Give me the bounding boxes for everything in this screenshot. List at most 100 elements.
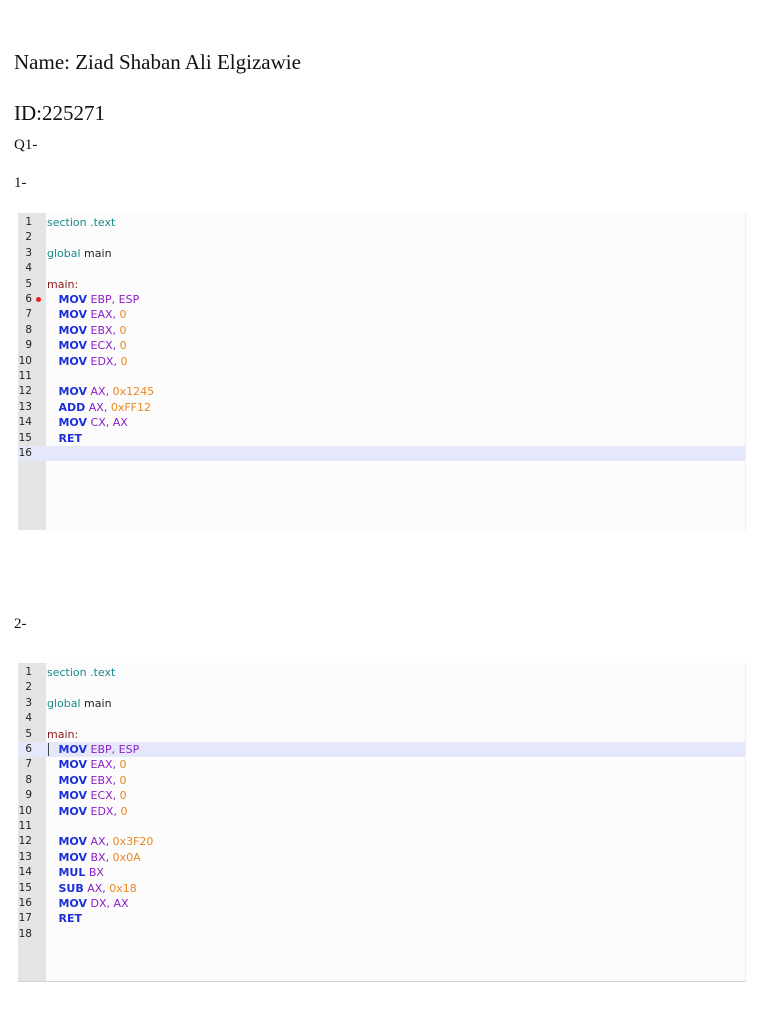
code-token: section .text [47, 216, 116, 229]
code-token: main [80, 246, 112, 260]
code-token: global [47, 246, 81, 260]
code-token: EBX, [87, 773, 120, 787]
line-number: 8 [25, 773, 32, 786]
code-token: CX, AX [87, 416, 128, 430]
line-number: 10 [18, 804, 32, 817]
code-line[interactable]: 12 MOV AX, 0x3F20 [18, 834, 745, 849]
code-line[interactable]: 1 section .text [18, 665, 745, 680]
code-text: MOV ECX, 0 [47, 788, 127, 803]
code-text: MOV EBX, 0 [47, 323, 126, 338]
code-line[interactable]: 8 MOV EBX, 0 [18, 773, 745, 788]
code-line[interactable]: 14 MOV CX, AX [18, 415, 745, 430]
code-line[interactable]: 12 MOV AX, 0x1245 [18, 384, 745, 399]
code-token: 0xFF12 [110, 400, 151, 414]
student-name: Name: Ziad Shaban Ali Elgizawie [14, 50, 301, 74]
code-line[interactable]: 7 MOV EAX, 0 [18, 757, 745, 772]
code-token: BX [85, 866, 104, 880]
question-label: Q1- [14, 137, 38, 153]
code-token: EDX, [87, 354, 121, 368]
line-number: 16 [18, 447, 32, 459]
code-token: 0 [119, 773, 127, 787]
code-line[interactable]: 14 MUL BX [18, 865, 745, 880]
code-token: DX, AX [87, 897, 129, 910]
code-text: MOV BX, 0x0A [47, 850, 140, 865]
code-token: section .text [47, 666, 116, 679]
code-line[interactable]: 2 [18, 230, 745, 245]
code-line[interactable]: 18 [18, 927, 745, 942]
line-number: 11 [18, 820, 32, 832]
code-line[interactable]: 16 MOV DX, AX [18, 896, 745, 911]
code-text: MOV AX, 0x3F20 [47, 834, 153, 849]
code-token: 0 [120, 354, 128, 368]
code-line[interactable]: 8 MOV EBX, 0 [18, 323, 745, 338]
code-line[interactable]: 5 main: [18, 277, 745, 292]
code-token: MOV [47, 897, 88, 910]
line-number: 13 [18, 400, 32, 413]
code-text: MOV DX, AX [47, 896, 129, 911]
code-line[interactable]: 17 RET [18, 911, 745, 926]
code-text: MOV ECX, 0 [47, 338, 127, 353]
code-text: MOV EAX, 0 [47, 757, 127, 772]
code-text: MOV CX, AX [47, 415, 128, 430]
code-token: main: [47, 277, 79, 291]
code-text: section .text [47, 215, 115, 230]
code-line[interactable]: 11 [18, 819, 745, 834]
code-token: main: [47, 727, 79, 741]
code-text: section .text [47, 665, 115, 680]
code-line[interactable]: 6 MOV EBP, ESP [18, 292, 745, 307]
breakpoint-icon[interactable] [36, 297, 41, 302]
code-text: MOV EBP, ESP [47, 742, 139, 757]
code-editor-part-2[interactable]: 1 section .text 2 3 global main 4 5 main: 6 MOV … [18, 663, 746, 982]
code-token: ECX, [87, 789, 120, 803]
code-line[interactable]: 1 section .text [18, 215, 745, 230]
line-number: 8 [25, 323, 32, 336]
part-2-label: 2- [14, 616, 27, 632]
code-line[interactable]: 3 global main [18, 246, 745, 261]
code-line[interactable]: 15 SUB AX, 0x18 [18, 881, 745, 896]
line-number: 1 [25, 666, 32, 678]
code-text: global main [47, 696, 112, 711]
line-number: 17 [18, 912, 32, 925]
line-number: 12 [18, 835, 32, 848]
line-number: 13 [18, 850, 32, 863]
code-line[interactable]: 13 ADD AX, 0xFF12 [18, 400, 745, 415]
code-token: EAX, [87, 308, 120, 322]
code-token: 0 [119, 339, 127, 353]
line-number: 5 [25, 727, 32, 740]
code-token: EDX, [87, 804, 121, 818]
code-token: BX, [87, 850, 113, 864]
code-token: RET [47, 431, 82, 445]
code-token: EBP, ESP [87, 743, 140, 756]
code-token: MOV [47, 323, 88, 337]
code-token: 0 [120, 804, 128, 818]
code-editor-part-1[interactable]: 1 section .text 2 3 global main 4 5 main: 6 MOV … [18, 213, 746, 530]
code-line[interactable]: 6 MOV EBP, ESP [18, 742, 745, 758]
code-line[interactable]: 7 MOV EAX, 0 [18, 307, 745, 322]
code-token: SUB [47, 881, 84, 895]
code-line[interactable]: 16 [18, 446, 745, 462]
code-line[interactable]: 10 MOV EDX, 0 [18, 354, 745, 369]
code-line[interactable]: 15 RET [18, 431, 745, 446]
line-number: 7 [25, 758, 32, 771]
line-number: 10 [18, 354, 32, 367]
line-number: 15 [18, 431, 32, 444]
code-line[interactable]: 5 main: [18, 727, 745, 742]
code-token: 0 [119, 758, 127, 772]
code-line[interactable]: 13 MOV BX, 0x0A [18, 850, 745, 865]
code-line[interactable]: 4 [18, 711, 745, 726]
code-token: EBX, [87, 323, 120, 337]
code-line[interactable]: 9 MOV ECX, 0 [18, 338, 745, 353]
code-line[interactable]: 3 global main [18, 696, 745, 711]
code-text: RET [47, 911, 82, 926]
code-token: AX, [83, 881, 110, 895]
code-token: 0 [119, 789, 127, 803]
code-line[interactable]: 4 [18, 261, 745, 276]
line-number: 4 [25, 712, 32, 725]
code-line[interactable]: 11 [18, 369, 745, 384]
code-line[interactable]: 9 MOV ECX, 0 [18, 788, 745, 803]
code-token: MOV [47, 743, 88, 756]
code-line[interactable]: 10 MOV EDX, 0 [18, 804, 745, 819]
code-token: 0x18 [109, 881, 137, 895]
code-token: MOV [47, 804, 88, 818]
code-line[interactable]: 2 [18, 680, 745, 695]
